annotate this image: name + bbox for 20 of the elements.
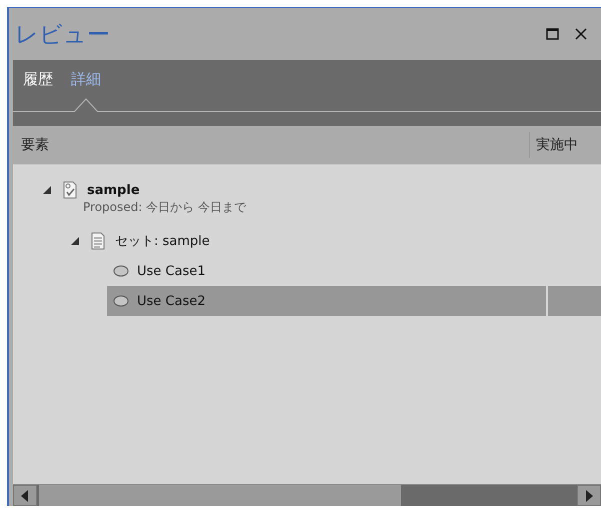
- item-detail: Proposed: 今日から 今日まで: [83, 199, 248, 216]
- expanded-triangle-icon[interactable]: [41, 184, 53, 196]
- table-cell: [548, 286, 601, 316]
- ellipse-icon: [113, 265, 129, 277]
- expanded-triangle-icon[interactable]: [69, 235, 81, 247]
- window-title: レビュー: [15, 20, 111, 50]
- maximize-icon[interactable]: [545, 26, 561, 42]
- document-icon: [89, 232, 107, 250]
- ellipse-icon: [113, 295, 129, 307]
- tree-item[interactable]: Use Case1: [13, 256, 550, 286]
- column-header[interactable]: 要素: [13, 132, 530, 158]
- tree-item[interactable]: Use Case2: [107, 286, 546, 316]
- close-icon[interactable]: [573, 26, 589, 42]
- checklist-icon: [61, 181, 79, 199]
- scroll-right-icon[interactable]: [585, 490, 593, 502]
- horizontal-scrollbar[interactable]: [13, 484, 601, 506]
- tree-item[interactable]: セット: sample: [13, 226, 550, 256]
- scroll-left-icon[interactable]: [21, 490, 29, 502]
- column-header[interactable]: 実施中: [530, 136, 578, 154]
- tab[interactable]: 履歴: [21, 68, 55, 91]
